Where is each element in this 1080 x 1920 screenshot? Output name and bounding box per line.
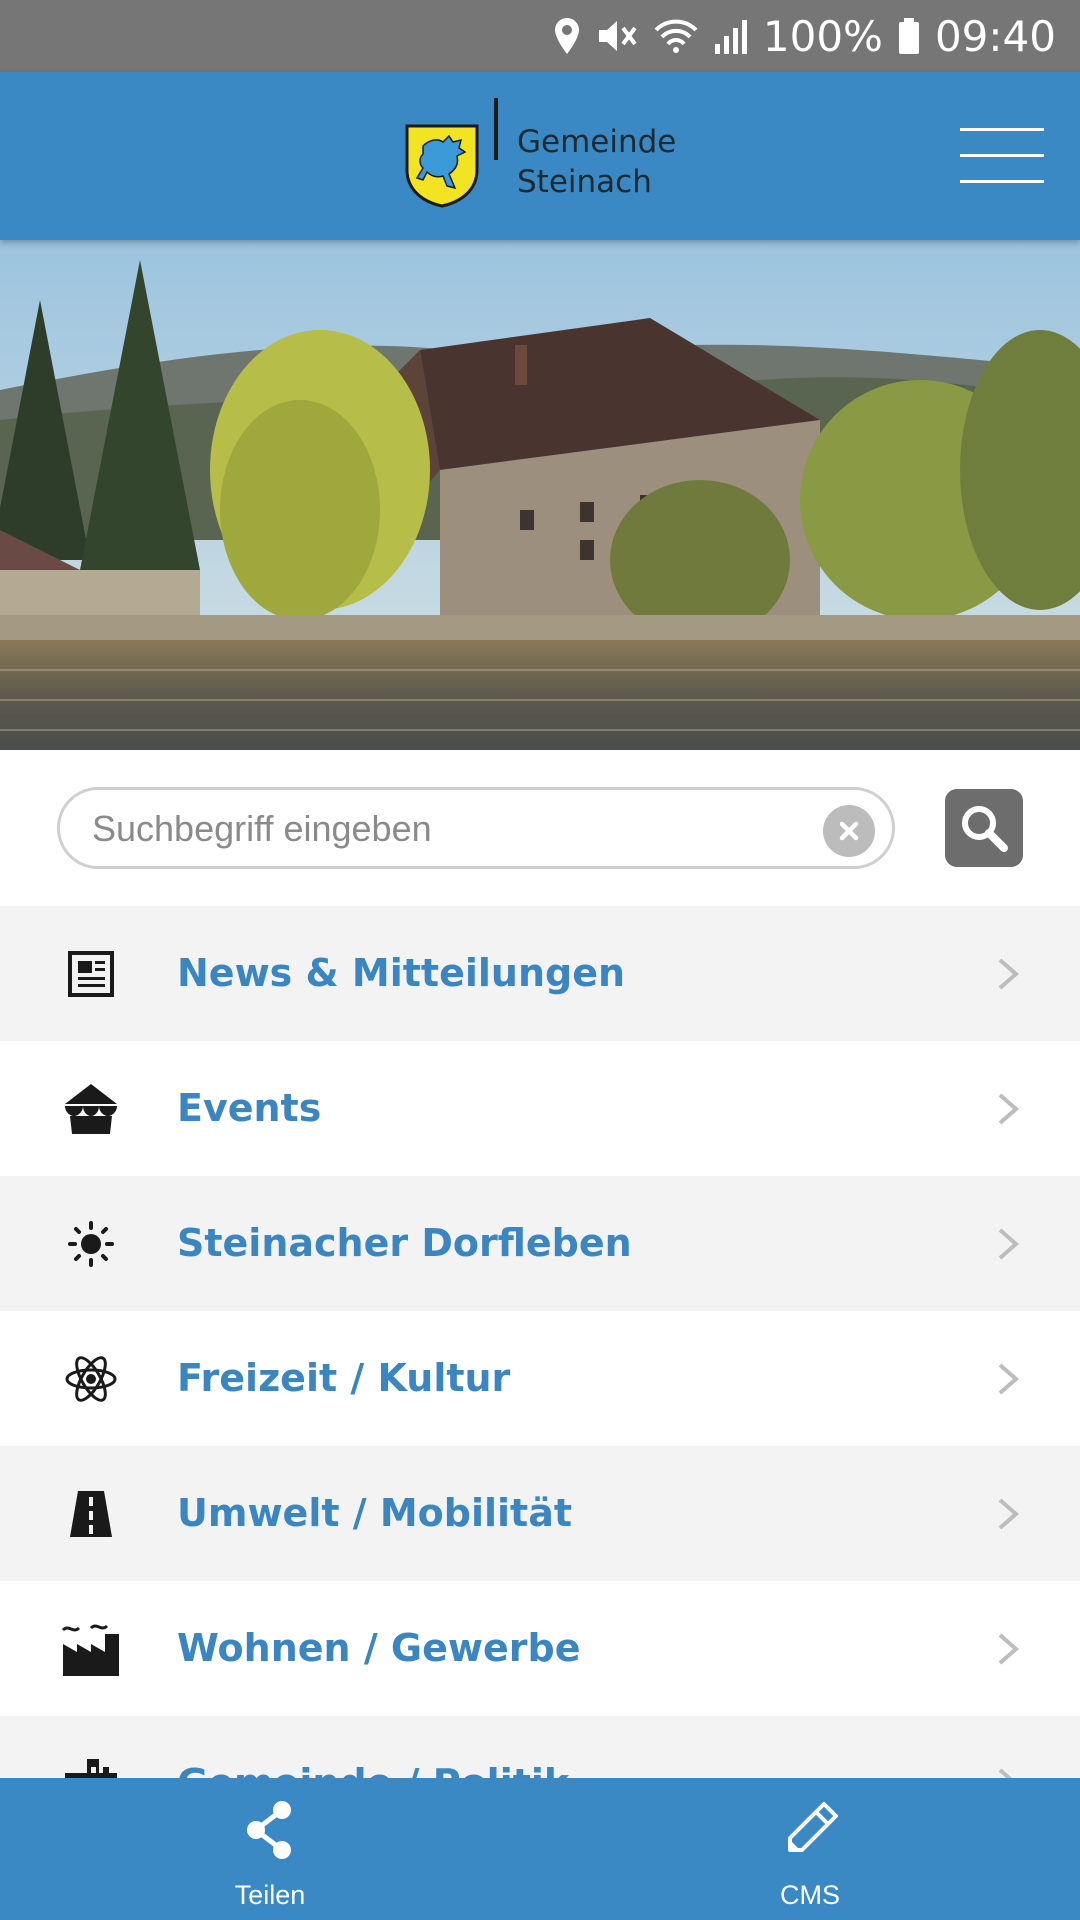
- chevron-right-icon: [998, 1228, 1020, 1260]
- chevron-right-icon: [998, 1093, 1020, 1125]
- logo-line1: Gemeinde: [517, 124, 677, 160]
- logo[interactable]: Gemeinde Steinach: [405, 94, 685, 222]
- logo-divider: [494, 98, 498, 160]
- chevron-right-icon: [998, 1363, 1020, 1395]
- road-icon: [60, 1485, 122, 1543]
- cms-button[interactable]: CMS: [660, 1778, 960, 1920]
- search-input[interactable]: [90, 800, 794, 858]
- list-item-umwelt[interactable]: Umwelt / Mobilität: [0, 1446, 1080, 1581]
- share-label: Teilen: [234, 1880, 306, 1910]
- share-button[interactable]: Teilen: [120, 1778, 420, 1920]
- battery-icon: [897, 16, 921, 56]
- clock: 09:40: [934, 11, 1056, 61]
- list-item-freizeit[interactable]: Freizeit / Kultur: [0, 1311, 1080, 1446]
- atom-icon: [60, 1350, 122, 1408]
- crest-icon: [405, 124, 479, 208]
- search-button[interactable]: [945, 789, 1023, 867]
- hamburger-icon[interactable]: [960, 128, 1044, 184]
- logo-text: Gemeinde Steinach: [517, 122, 676, 202]
- app-header: Gemeinde Steinach: [0, 72, 1080, 240]
- tent-icon: [60, 1080, 122, 1138]
- share-icon: [247, 1801, 291, 1859]
- battery-percent: 100%: [762, 11, 883, 61]
- bottom-nav: Teilen CMS: [0, 1778, 1080, 1920]
- wifi-icon: [653, 16, 699, 56]
- chevron-right-icon: [998, 1498, 1020, 1530]
- clear-icon[interactable]: [823, 805, 875, 857]
- list-item-label: Freizeit / Kultur: [177, 1356, 511, 1400]
- chevron-right-icon: [998, 958, 1020, 990]
- status-bar: 100% 09:40: [0, 0, 1080, 72]
- list-item-news[interactable]: News & Mitteilungen: [0, 906, 1080, 1041]
- sun-icon: [60, 1215, 122, 1273]
- pencil-icon: [788, 1802, 838, 1852]
- list-item-label: Steinacher Dorfleben: [177, 1221, 632, 1265]
- list-item-label: News & Mitteilungen: [177, 951, 626, 995]
- list-item-dorfleben[interactable]: Steinacher Dorfleben: [0, 1176, 1080, 1311]
- mute-icon: [595, 16, 639, 56]
- signal-icon: [713, 16, 749, 56]
- logo-line2: Steinach: [517, 164, 652, 200]
- search-field[interactable]: [57, 787, 895, 869]
- list-item-events[interactable]: Events: [0, 1041, 1080, 1176]
- factory-icon: [60, 1620, 122, 1678]
- cms-label: CMS: [780, 1880, 840, 1910]
- category-list: News & Mitteilungen Events Steinacher Do…: [0, 906, 1080, 1851]
- hero-image: [0, 240, 1080, 750]
- location-icon: [553, 16, 581, 56]
- list-item-wohnen[interactable]: Wohnen / Gewerbe: [0, 1581, 1080, 1716]
- chevron-right-icon: [998, 1633, 1020, 1665]
- newspaper-icon: [60, 945, 122, 1003]
- list-item-label: Umwelt / Mobilität: [177, 1491, 573, 1535]
- search-icon: [962, 806, 1008, 852]
- list-item-label: Wohnen / Gewerbe: [177, 1626, 581, 1670]
- list-item-label: Events: [177, 1086, 322, 1130]
